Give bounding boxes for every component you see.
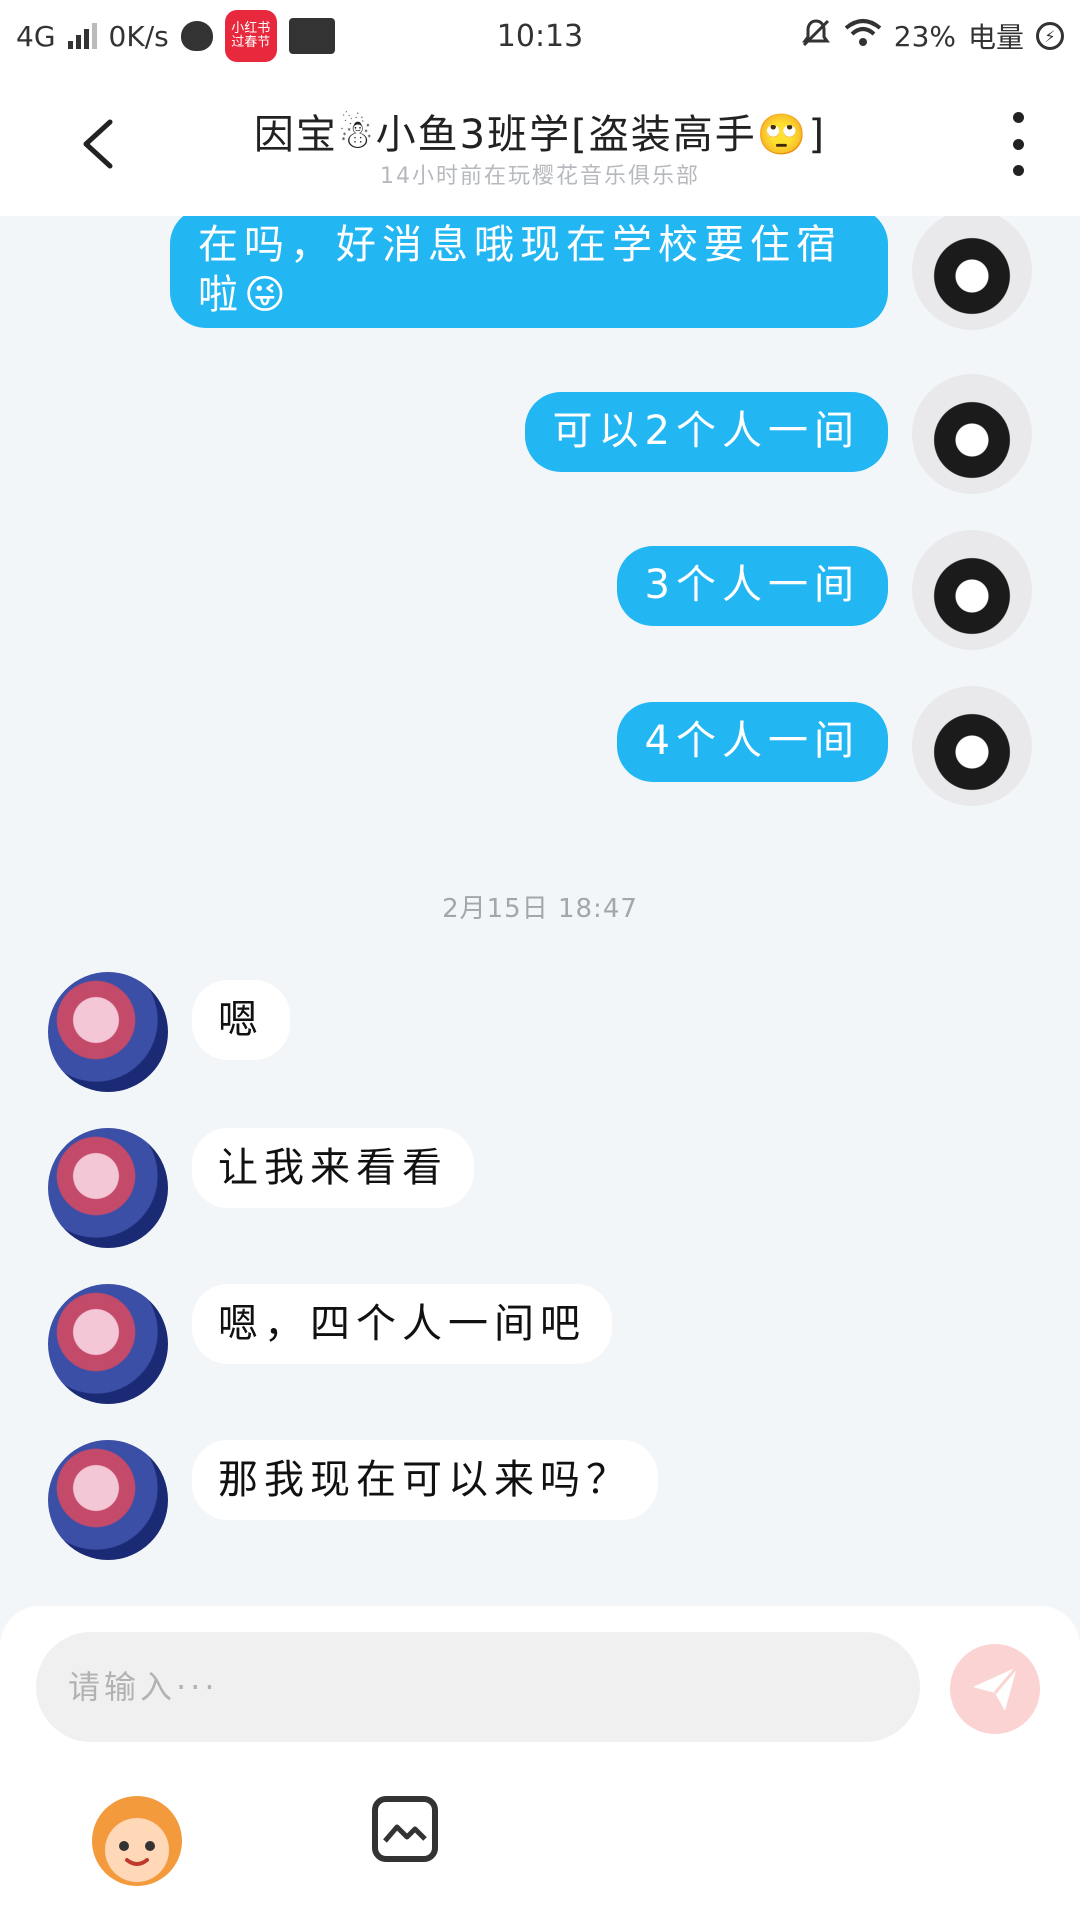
message-bubble-incoming[interactable]: 嗯，四个人一间吧 [192, 1284, 612, 1364]
message-bubble-incoming[interactable]: 嗯 [192, 980, 290, 1060]
more-options-button[interactable] [996, 112, 1040, 176]
image-picker-button[interactable] [372, 1796, 438, 1862]
back-button[interactable] [70, 116, 126, 172]
contact-avatar[interactable] [48, 972, 168, 1092]
message-composer [0, 1606, 1080, 1920]
my-avatar[interactable] [912, 374, 1032, 494]
message-bubble-incoming[interactable]: 让我来看看 [192, 1128, 474, 1208]
message-bubble-outgoing[interactable]: 可以2个人一间 [524, 392, 888, 472]
signal-icon [67, 23, 97, 49]
contact-avatar[interactable] [48, 1284, 168, 1404]
message-bubble-outgoing[interactable]: 4个人一间 [616, 702, 888, 782]
monkey-face-icon [119, 1841, 155, 1866]
message-row-outgoing: 在吗，好消息哦现在学校要住宿啦😜 [0, 216, 1080, 338]
chat-title: 因宝☃小鱼3班学[盗装高手🙄] [253, 112, 827, 158]
message-row-incoming: 嗯 [0, 972, 1080, 1102]
message-row-outgoing: 4个人一间 [0, 686, 1080, 816]
chat-subtitle: 14小时前在玩樱花音乐俱乐部 [380, 164, 700, 189]
book-icon [288, 18, 335, 54]
battery-label: 电量 [967, 21, 1024, 54]
message-row-incoming: 让我来看看 [0, 1128, 1080, 1258]
message-timestamp: 2月15日 18:47 [442, 894, 638, 924]
charging-icon: ⚡ [1036, 22, 1064, 50]
message-row-outgoing: 3个人一间 [0, 530, 1080, 660]
wifi-icon [844, 18, 882, 55]
message-input[interactable] [36, 1632, 920, 1742]
network-type: 4G [16, 19, 56, 53]
send-icon [973, 1666, 1019, 1711]
status-bar: 4G 0K/s 小红书 过春节 10:13 23% 电量 ⚡ [0, 0, 1080, 72]
status-right: 23% 电量 ⚡ [800, 16, 1064, 56]
cat-icon [180, 21, 213, 51]
message-row-incoming: 嗯，四个人一间吧 [0, 1284, 1080, 1414]
xiaohongshu-app-icon: 小红书 过春节 [224, 10, 277, 62]
message-bubble-incoming[interactable]: 那我现在可以来吗？ [192, 1440, 658, 1520]
my-avatar[interactable] [912, 686, 1032, 806]
chevron-left-icon [83, 119, 113, 169]
message-bubble-outgoing[interactable]: 3个人一间 [616, 546, 888, 626]
contact-avatar[interactable] [48, 1128, 168, 1248]
network-speed: 0K/s [108, 19, 169, 53]
message-row-incoming: 那我现在可以来吗？ [0, 1440, 1080, 1570]
message-bubble-outgoing[interactable]: 在吗，好消息哦现在学校要住宿啦😜 [170, 216, 888, 328]
sticker-button[interactable] [92, 1796, 182, 1886]
battery-percent: 23% [893, 19, 956, 53]
my-avatar[interactable] [912, 530, 1032, 650]
contact-avatar[interactable] [48, 1440, 168, 1560]
status-left: 4G 0K/s 小红书 过春节 [16, 10, 335, 62]
message-list[interactable]: 在吗，好消息哦现在学校要住宿啦😜 可以2个人一间 3个人一间 4个人一间 2月1… [0, 216, 1080, 1606]
mute-icon [800, 17, 832, 56]
chat-header: 因宝☃小鱼3班学[盗装高手🙄] 14小时前在玩樱花音乐俱乐部 [0, 72, 1080, 216]
message-row-outgoing: 可以2个人一间 [0, 374, 1080, 504]
app-badge-line2: 过春节 [231, 35, 271, 50]
my-avatar[interactable] [912, 216, 1032, 330]
app-badge-line1: 小红书 [231, 20, 271, 36]
image-icon [383, 1824, 427, 1843]
send-button[interactable] [950, 1644, 1040, 1734]
